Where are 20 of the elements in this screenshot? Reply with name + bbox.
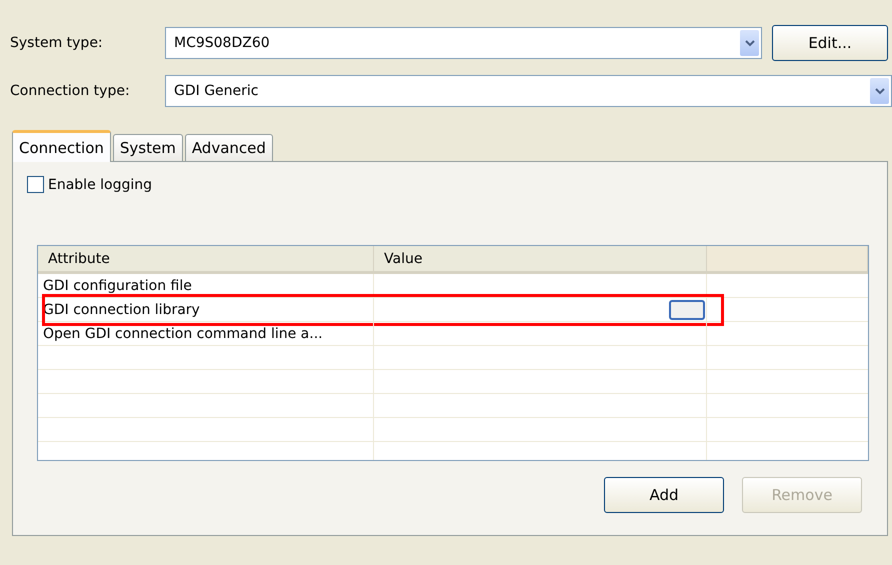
edit-button[interactable]: Edit... <box>772 25 888 61</box>
tab[interactable]: Connection <box>12 130 111 162</box>
tab[interactable]: System <box>112 134 183 162</box>
connection-type-dropdown[interactable]: GDI Generic <box>165 75 892 107</box>
table-cell-text: GDI configuration file <box>42 276 193 296</box>
system-type-dropdown[interactable]: MC9S08DZ60 <box>165 27 762 59</box>
browse-button[interactable] <box>669 300 705 320</box>
checkbox-label: Enable logging <box>48 176 152 192</box>
column-header[interactable]: Value <box>374 246 707 274</box>
caret-icon <box>740 30 759 56</box>
caret-icon <box>870 78 889 104</box>
tab[interactable]: Advanced <box>184 134 273 162</box>
table-row[interactable]: Open GDI connection command line a... <box>38 322 868 346</box>
add-button[interactable]: Add <box>604 477 724 513</box>
field-label: System type: <box>9 35 104 51</box>
table-row[interactable]: GDI configuration file <box>38 274 868 298</box>
checkbox[interactable] <box>27 176 44 193</box>
column-header[interactable]: Attribute <box>38 246 374 274</box>
field-label: Connection type: <box>9 83 131 99</box>
table-cell-text: Open GDI connection command line a... <box>42 324 324 344</box>
